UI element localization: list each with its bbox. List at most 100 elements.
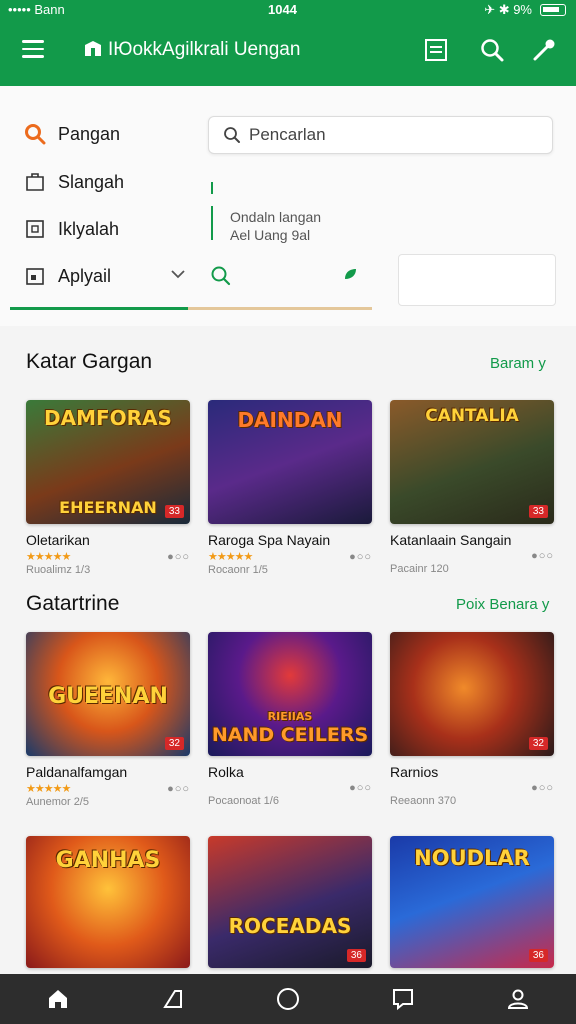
status-right: ✈ ✱ 9%	[484, 2, 566, 18]
art-subtitle: RIEIIAS	[267, 710, 313, 723]
rating-stars: ★★★★★	[26, 551, 71, 563]
see-all-link[interactable]: Baram y	[490, 355, 546, 372]
see-all-link[interactable]: Poix Benara y	[456, 596, 549, 613]
home-icon	[48, 990, 67, 1008]
filter-panel: Pangan Slangah Iklyalah Aplyail Pencarla…	[0, 86, 576, 326]
more-icon[interactable]: ●○○	[531, 550, 554, 562]
search-input[interactable]: Pencarlan	[208, 116, 553, 154]
circle-icon	[276, 988, 299, 1010]
game-name: Katanlaain Sangain	[390, 532, 512, 548]
game-card[interactable]: NOUDLAR 36	[390, 836, 554, 968]
game-card[interactable]: 32 Rarnios ●○○ Reeaonn 370	[390, 632, 554, 807]
game-card[interactable]: DAINDAN Raroga Spa Nayain ★★★★★ ●○○ Rocao…	[208, 400, 372, 576]
category-label: Aplyail	[58, 265, 112, 286]
game-name: Rolka	[208, 764, 244, 780]
art-title: CANTALIA	[425, 406, 519, 426]
section-title: Gatartrine	[26, 592, 120, 615]
app-title: IЮokkAgilkrali Uengan	[108, 39, 301, 60]
game-thumbnail: RIEIIAS NAND CEILERS	[208, 632, 372, 756]
game-thumbnail: DAINDAN	[208, 400, 372, 524]
chat-icon	[393, 989, 414, 1011]
nav-center[interactable]	[268, 979, 308, 1019]
game-card[interactable]: RIEIIAS NAND CEILERS Rolka ●○○ Pocaonoat…	[208, 632, 372, 807]
clock: 1044	[268, 2, 297, 17]
category-label: Pangan	[58, 123, 121, 144]
age-badge: 36	[528, 949, 548, 962]
game-sub: Aunemor 2/5	[26, 796, 89, 808]
document-icon[interactable]	[422, 36, 450, 64]
game-thumbnail: NOUDLAR 36	[390, 836, 554, 968]
nav-back[interactable]	[153, 979, 193, 1019]
status-bar: ••••• Bann 1044 ✈ ✱ 9%	[0, 0, 576, 20]
back-icon	[162, 990, 182, 1008]
art-title: DAMFORAS	[44, 406, 172, 430]
age-badge: 33	[528, 505, 548, 518]
more-icon[interactable]: ●○○	[531, 782, 554, 794]
art-title: GANHAS	[55, 848, 161, 873]
bottom-nav	[0, 974, 576, 1024]
nav-home[interactable]	[38, 979, 78, 1019]
more-icon[interactable]: ●○○	[167, 551, 190, 563]
game-name: Raroga Spa Nayain	[208, 532, 331, 548]
leaf-icon[interactable]	[342, 266, 358, 282]
art-title: DAINDAN	[237, 408, 343, 432]
game-thumbnail: CANTALIA 33	[390, 400, 554, 524]
game-card[interactable]: DAMFORAS EHEERNAN 33 Oletarikan ★★★★★ ●○○…	[26, 400, 190, 576]
more-icon[interactable]: ●○○	[349, 551, 372, 563]
app-bar: IЮokkAgilkrali Uengan	[0, 28, 576, 72]
age-badge: 32	[164, 737, 184, 750]
rating-stars: ★★★★★	[26, 783, 71, 795]
game-name: Paldanalfamgan	[26, 764, 128, 780]
art-title: ROCEADAS	[228, 914, 352, 938]
game-sub: Ruoalimz 1/3	[26, 564, 91, 576]
category-item-3[interactable]: Aplyail	[24, 261, 111, 291]
app-icon	[26, 268, 44, 285]
game-thumbnail: 32	[390, 632, 554, 756]
more-icon[interactable]: ●○○	[349, 782, 372, 794]
status-icons: ✈ ✱ 9%	[484, 2, 532, 17]
nav-profile[interactable]	[498, 979, 538, 1019]
category-label: Iklyalah	[58, 218, 120, 239]
menu-button[interactable]	[22, 40, 46, 60]
category-item-1[interactable]: Slangah	[24, 167, 124, 197]
carrier-label: ••••• Bann	[8, 2, 65, 17]
section-title: Katar Gargan	[26, 350, 153, 373]
search-icon	[25, 124, 46, 145]
note-accent-bar	[211, 206, 213, 240]
game-thumbnail: GANHAS	[26, 836, 190, 968]
game-thumbnail: DAMFORAS EHEERNAN 33	[26, 400, 190, 524]
tab-indicator	[10, 307, 372, 310]
search-icon[interactable]	[478, 36, 506, 64]
more-icon[interactable]: ●○○	[167, 783, 190, 795]
game-card[interactable]: CANTALIA 33 Katanlaain Sangain ●○○ Pacai…	[390, 400, 554, 575]
wrench-icon[interactable]	[530, 36, 558, 64]
game-name: Oletarikan	[26, 532, 90, 548]
side-card[interactable]	[398, 254, 556, 306]
game-thumbnail: GUEENAN 32	[26, 632, 190, 756]
top-bar: ••••• Bann 1044 ✈ ✱ 9% IЮokkAgilkrali Ue…	[0, 0, 576, 86]
age-badge: 32	[528, 737, 548, 750]
game-thumbnail: ROCEADAS 36	[208, 836, 372, 968]
nav-chat[interactable]	[383, 979, 423, 1019]
search-icon	[224, 127, 240, 143]
game-sub: Pacainr 120	[390, 563, 449, 575]
game-sub: Pocaonoat 1/6	[208, 795, 279, 807]
note-text: Ondaln langan Ael Uang 9al	[230, 208, 321, 244]
art-title: GUEENAN	[48, 684, 168, 709]
game-card[interactable]: GUEENAN 32 Paldanalfamgan ★★★★★ ●○○ Aunem…	[26, 632, 190, 808]
search-icon[interactable]	[210, 265, 232, 287]
game-card[interactable]: ROCEADAS 36	[208, 836, 372, 968]
age-badge: 36	[346, 949, 366, 962]
bag-icon	[26, 173, 44, 191]
game-card[interactable]: GANHAS	[26, 836, 190, 968]
category-item-2[interactable]: Iklyalah	[24, 214, 119, 244]
category-item-0[interactable]: Pangan	[24, 119, 120, 149]
profile-icon	[508, 989, 529, 1009]
app-logo-icon	[85, 41, 101, 56]
note-line-2: Ael Uang 9al	[230, 227, 311, 243]
art-title: NAND CEILERS	[211, 724, 369, 746]
search-placeholder: Pencarlan	[249, 125, 326, 144]
chevron-down-icon[interactable]	[170, 268, 186, 280]
category-label: Slangah	[58, 171, 125, 192]
note-line-1: Ondaln langan	[230, 209, 322, 225]
